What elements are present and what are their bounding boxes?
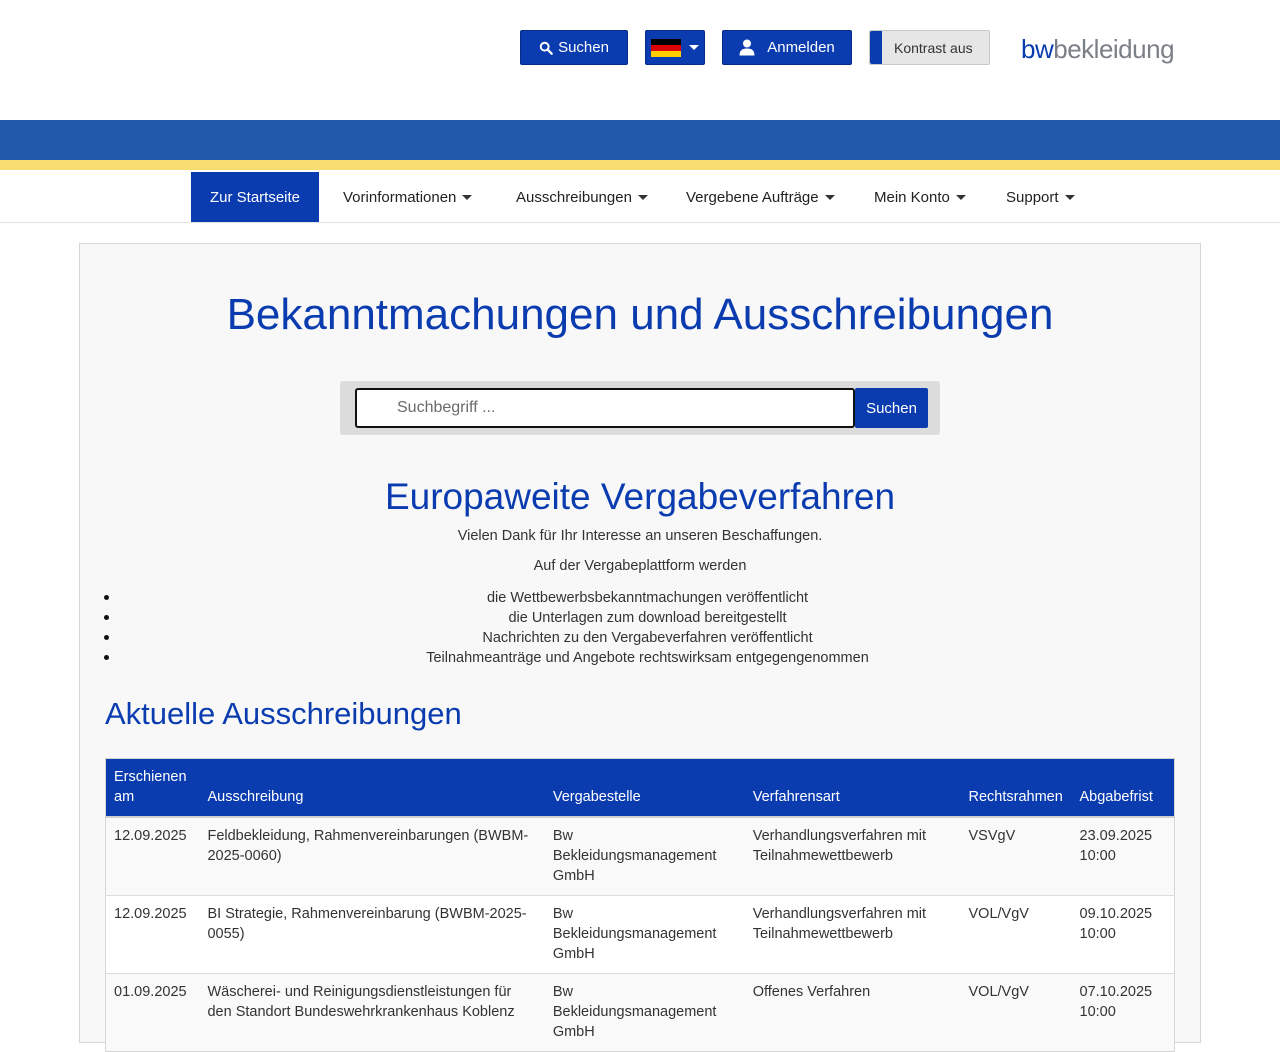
cell-authority: Bw Bekleidungsmanagement GmbH	[544, 895, 745, 974]
section-title: Europaweite Vergabeverfahren	[384, 476, 896, 517]
search-icon	[539, 41, 553, 55]
login-label: Anmelden	[767, 39, 835, 56]
col-header-date[interactable]: Erschienen am	[105, 758, 200, 817]
nav-vergebene-auftraege[interactable]: Vergebene Aufträge	[686, 172, 835, 222]
current-tenders-title: Aktuelle Ausschreibungen	[105, 696, 462, 731]
cell-date: 01.09.2025	[105, 973, 200, 1052]
nav-vorinformationen[interactable]: Vorinformationen	[343, 172, 473, 222]
bwbekleidung-logo[interactable]: bwbekleidung	[1021, 34, 1175, 65]
login-button[interactable]: Anmelden	[722, 30, 852, 65]
nav-ausschreibungen[interactable]: Ausschreibungen	[516, 172, 648, 222]
search-form: Suchen	[340, 381, 940, 435]
cell-legal-framework: VOL/VgV	[960, 895, 1072, 974]
chevron-down-icon	[955, 194, 966, 200]
chevron-down-icon	[637, 194, 648, 200]
intro-text: Vielen Dank für Ihr Interesse an unseren…	[457, 528, 823, 544]
chevron-down-icon	[689, 45, 699, 50]
table-header-row: Erschienen am Ausschreibung Vergabestell…	[105, 758, 1175, 817]
page-title: Bekanntmachungen und Ausschreibungen	[226, 290, 1054, 339]
top-header: Suchen Anmelden Kontrast aus bwbekleidun…	[0, 0, 1280, 120]
main-navigation: Zur Startseite Vorinformationen Ausschre…	[0, 170, 1280, 223]
col-header-procedure[interactable]: Verfahrensart	[744, 758, 961, 817]
search-submit-button[interactable]: Suchen	[855, 388, 928, 428]
bullet-icon	[104, 655, 109, 660]
col-header-legal-framework[interactable]: Rechtsrahmen	[960, 758, 1072, 817]
cell-tender[interactable]: BI Strategie, Rahmenvereinbarung (BWBM-2…	[199, 895, 545, 974]
header-search-button[interactable]: Suchen	[520, 30, 628, 65]
header-band-blue	[0, 120, 1280, 160]
cell-procedure: Verhandlungsverfahren mit Teilnahmewettb…	[744, 816, 961, 896]
cell-authority: Bw Bekleidungsmanagement GmbH	[544, 816, 745, 896]
col-header-authority[interactable]: Vergabestelle	[544, 758, 745, 817]
chevron-down-icon	[824, 194, 835, 200]
table-row[interactable]: 01.09.2025 Wäscherei- und Reinigungsdien…	[105, 973, 1175, 1052]
nav-home[interactable]: Zur Startseite	[191, 172, 319, 222]
contrast-toggle[interactable]: Kontrast aus	[869, 30, 990, 65]
table-row[interactable]: 12.09.2025 Feldbekleidung, Rahmenvereinb…	[105, 816, 1175, 896]
cell-authority: Bw Bekleidungsmanagement GmbH	[544, 973, 745, 1052]
bullet-icon	[104, 635, 109, 640]
list-item: die Unterlagen zum download bereitgestel…	[104, 608, 1175, 628]
table-row[interactable]: 12.09.2025 BI Strategie, Rahmenvereinbar…	[105, 895, 1175, 974]
german-flag-icon	[651, 38, 681, 57]
col-header-deadline[interactable]: Abgabefrist	[1071, 758, 1175, 817]
cell-procedure: Offenes Verfahren	[744, 973, 961, 1052]
cell-legal-framework: VSVgV	[960, 816, 1072, 896]
search-input[interactable]	[355, 388, 855, 428]
nav-mein-konto[interactable]: Mein Konto	[874, 172, 966, 222]
cell-date: 12.09.2025	[105, 895, 200, 974]
list-item: Nachrichten zu den Vergabeverfahren verö…	[104, 628, 1175, 648]
bullet-icon	[104, 595, 109, 600]
user-icon	[739, 39, 755, 56]
cell-tender[interactable]: Feldbekleidung, Rahmenvereinbarungen (BW…	[199, 816, 545, 896]
cell-procedure: Verhandlungsverfahren mit Teilnahmewettb…	[744, 895, 961, 974]
cell-deadline: 23.09.2025 10:00	[1071, 816, 1175, 896]
contrast-label: Kontrast aus	[894, 39, 973, 56]
cell-deadline: 09.10.2025 10:00	[1071, 895, 1175, 974]
bullet-icon	[104, 615, 109, 620]
cell-date: 12.09.2025	[105, 816, 200, 896]
chevron-down-icon	[1064, 194, 1075, 200]
list-item: die Wettbewerbsbekanntmachungen veröffen…	[104, 588, 1175, 608]
cell-deadline: 07.10.2025 10:00	[1071, 973, 1175, 1052]
list-item: Teilnahmeanträge und Angebote rechtswirk…	[104, 648, 1175, 668]
nav-support[interactable]: Support	[1006, 172, 1075, 222]
col-header-tender[interactable]: Ausschreibung	[199, 758, 545, 817]
contrast-toggle-indicator	[870, 31, 882, 64]
header-search-label: Suchen	[558, 39, 609, 56]
tenders-table: Erschienen am Ausschreibung Vergabestell…	[105, 758, 1175, 1052]
cell-legal-framework: VOL/VgV	[960, 973, 1072, 1052]
chevron-down-icon	[462, 194, 473, 200]
language-dropdown[interactable]	[645, 30, 705, 65]
platform-features-list: die Wettbewerbsbekanntmachungen veröffen…	[104, 588, 1175, 668]
cell-tender[interactable]: Wäscherei- und Reinigungsdienstleistunge…	[199, 973, 545, 1052]
intro-lead: Auf der Vergabeplattform werden	[533, 558, 747, 574]
header-band-yellow	[0, 160, 1280, 170]
